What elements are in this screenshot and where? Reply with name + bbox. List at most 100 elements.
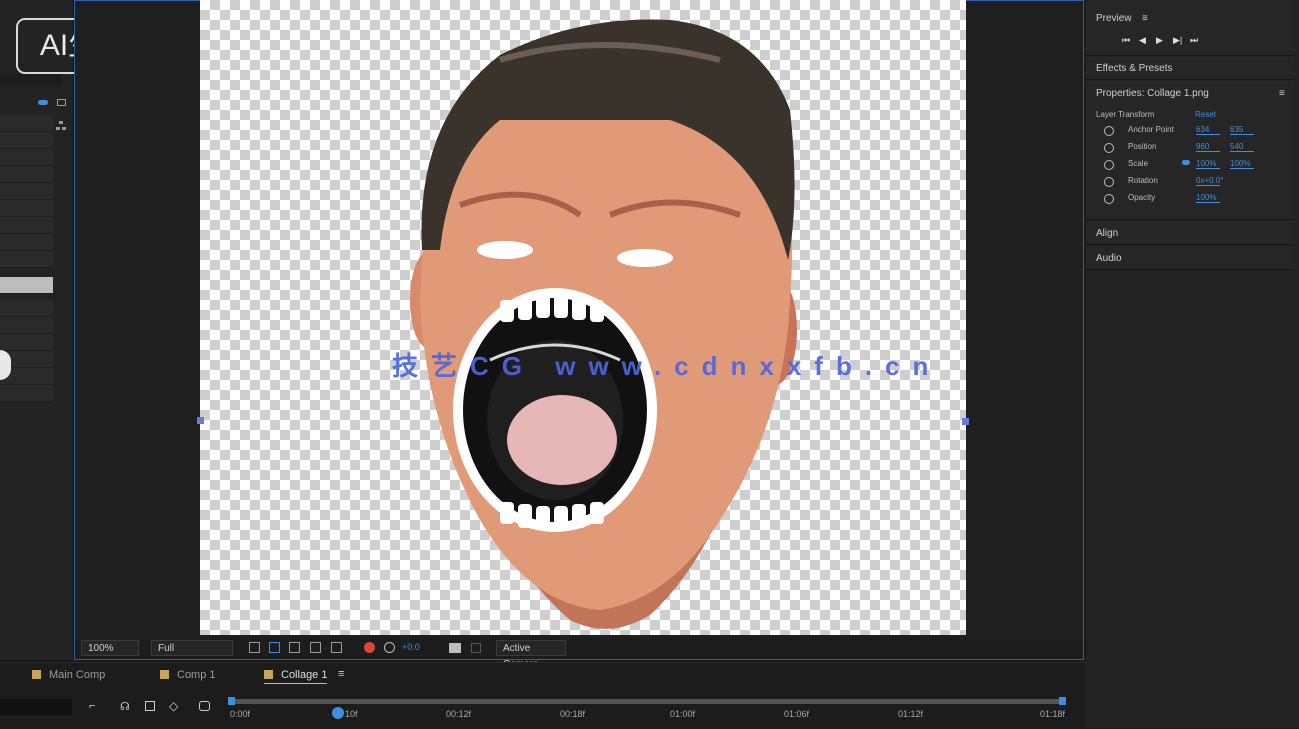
effects-presets-panel[interactable]: Effects & Presets xyxy=(1086,57,1294,80)
layer-transform-label: Layer Transform xyxy=(1096,110,1155,119)
property-row-position: Position 960 540 xyxy=(1096,141,1286,155)
preview-panel: Preview ≡ ⏮ ◀ ▶ ▶| ⏭ xyxy=(1086,0,1294,56)
last-frame-icon[interactable]: ⏭ xyxy=(1190,35,1198,46)
folder-icon[interactable] xyxy=(57,99,66,106)
tab-main-comp[interactable]: Main Comp xyxy=(32,669,105,681)
shy-layers-icon[interactable]: ☊ xyxy=(120,700,130,713)
motion-blur-icon[interactable]: ◇ xyxy=(169,699,178,713)
camera-icon[interactable] xyxy=(449,643,461,653)
stopwatch-icon[interactable] xyxy=(1104,126,1114,136)
composition-canvas[interactable] xyxy=(200,0,966,635)
camera-dropdown[interactable]: Active Camera xyxy=(496,640,566,670)
hierarchy-icon[interactable] xyxy=(56,118,66,130)
transparency-grid-icon[interactable] xyxy=(269,642,280,653)
color-channel-icon[interactable] xyxy=(364,642,375,653)
stopwatch-icon[interactable] xyxy=(1104,194,1114,204)
property-row-opacity: Opacity 100% xyxy=(1096,192,1286,206)
list-item[interactable] xyxy=(0,217,53,234)
property-row-rotation: Rotation 0x+0.0° xyxy=(1096,175,1286,189)
list-item[interactable] xyxy=(0,166,53,183)
transform-handle-left[interactable] xyxy=(197,417,204,424)
preview-title: Preview xyxy=(1096,13,1132,24)
list-item[interactable] xyxy=(0,334,53,351)
snapshot-icon[interactable] xyxy=(331,642,342,653)
face-collage-image xyxy=(410,19,797,629)
right-panel: Preview ≡ ⏮ ◀ ▶ ▶| ⏭ Effects & Presets P… xyxy=(1086,0,1299,728)
work-area-start-handle[interactable] xyxy=(228,697,235,705)
timecode-field[interactable] xyxy=(0,699,72,715)
zoom-dropdown[interactable]: 100% xyxy=(81,640,139,656)
properties-title: Properties: Collage 1.png xyxy=(1096,88,1209,99)
property-row-anchor: Anchor Point 634 635 xyxy=(1096,124,1286,138)
list-item[interactable] xyxy=(0,149,53,166)
list-item[interactable] xyxy=(0,300,53,317)
anchor-y-value[interactable]: 635 xyxy=(1230,125,1254,135)
list-item[interactable] xyxy=(0,115,53,132)
play-icon[interactable]: ▶ xyxy=(1156,35,1163,46)
stopwatch-icon[interactable] xyxy=(1104,177,1114,187)
time-tick: 01:18f xyxy=(1040,709,1066,719)
properties-menu-icon[interactable]: ≡ xyxy=(1279,88,1285,99)
property-row-scale: Scale 100% 100% xyxy=(1096,158,1286,172)
time-tick: 01:12f xyxy=(898,709,924,719)
rotation-value[interactable]: 0x+0.0° xyxy=(1196,176,1223,186)
tab-collage-1[interactable]: Collage 1 xyxy=(264,669,328,684)
scale-x-value[interactable]: 100% xyxy=(1196,159,1220,169)
project-search-bar[interactable] xyxy=(0,73,62,87)
marker-icon[interactable]: ⌐ xyxy=(89,700,95,712)
transform-handle-right[interactable] xyxy=(962,418,969,425)
list-item[interactable] xyxy=(0,317,53,334)
scale-y-value[interactable]: 100% xyxy=(1230,159,1254,169)
effects-title: Effects & Presets xyxy=(1096,63,1173,74)
list-item[interactable] xyxy=(0,200,53,217)
time-tick: 01:06f xyxy=(784,709,810,719)
tab-comp-1[interactable]: Comp 1 xyxy=(160,669,216,681)
list-item[interactable] xyxy=(0,251,53,268)
first-frame-icon[interactable]: ⏮ xyxy=(1122,35,1130,46)
list-item[interactable] xyxy=(0,385,53,402)
reset-link[interactable]: Reset xyxy=(1195,110,1216,119)
graph-editor-icon[interactable] xyxy=(199,701,210,711)
prev-frame-icon[interactable]: ◀ xyxy=(1139,35,1146,46)
work-area-bar[interactable] xyxy=(230,699,1064,704)
mask-visibility-icon[interactable] xyxy=(310,642,321,653)
align-title: Align xyxy=(1096,228,1119,239)
list-item[interactable] xyxy=(0,183,53,200)
exposure-value[interactable]: +0.0 xyxy=(402,642,420,652)
toggle-icon[interactable] xyxy=(38,100,48,105)
time-tick: 10f xyxy=(345,709,358,719)
link-icon[interactable] xyxy=(1182,160,1190,165)
region-of-interest-icon[interactable] xyxy=(249,642,260,653)
work-area-end-handle[interactable] xyxy=(1059,697,1066,705)
anchor-x-value[interactable]: 634 xyxy=(1196,125,1220,135)
audio-panel[interactable]: Audio xyxy=(1086,246,1294,270)
audio-title: Audio xyxy=(1096,253,1122,264)
align-panel[interactable]: Align xyxy=(1086,221,1294,245)
time-tick: 0:00f xyxy=(230,709,251,719)
globe-icon[interactable] xyxy=(384,642,395,653)
frame-blend-icon[interactable] xyxy=(145,701,155,711)
next-frame-icon[interactable]: ▶| xyxy=(1173,35,1182,46)
watermark-text: 技艺CG www.cdnxxfb.cn xyxy=(392,351,942,381)
time-tick: 00:18f xyxy=(560,709,586,719)
panel-menu-icon[interactable]: ≡ xyxy=(1142,13,1148,24)
resolution-dropdown[interactable]: Full xyxy=(151,640,233,656)
time-tick: 01:00f xyxy=(670,709,696,719)
timeline-menu-icon[interactable]: ≡ xyxy=(338,668,344,680)
opacity-value[interactable]: 100% xyxy=(1196,193,1220,203)
stopwatch-icon[interactable] xyxy=(1104,143,1114,153)
project-panel xyxy=(0,0,74,660)
stopwatch-icon[interactable] xyxy=(1104,160,1114,170)
guides-icon[interactable] xyxy=(289,642,300,653)
list-item-selected[interactable] xyxy=(0,277,53,294)
playhead[interactable] xyxy=(332,707,344,719)
timeline-panel: Main Comp Comp 1 Collage 1 ≡ ⌐ ☊ ◇ 0:00f… xyxy=(0,662,1086,729)
position-x-value[interactable]: 960 xyxy=(1196,142,1220,152)
list-item[interactable] xyxy=(0,234,53,251)
properties-panel: Properties: Collage 1.png ≡ Layer Transf… xyxy=(1086,81,1294,220)
list-item[interactable] xyxy=(0,132,53,149)
time-tick: 00:12f xyxy=(446,709,472,719)
viewer-toolbar: 100% Full +0.0 Active Camera xyxy=(75,638,1083,670)
position-y-value[interactable]: 540 xyxy=(1230,142,1254,152)
refresh-icon[interactable] xyxy=(471,643,481,653)
